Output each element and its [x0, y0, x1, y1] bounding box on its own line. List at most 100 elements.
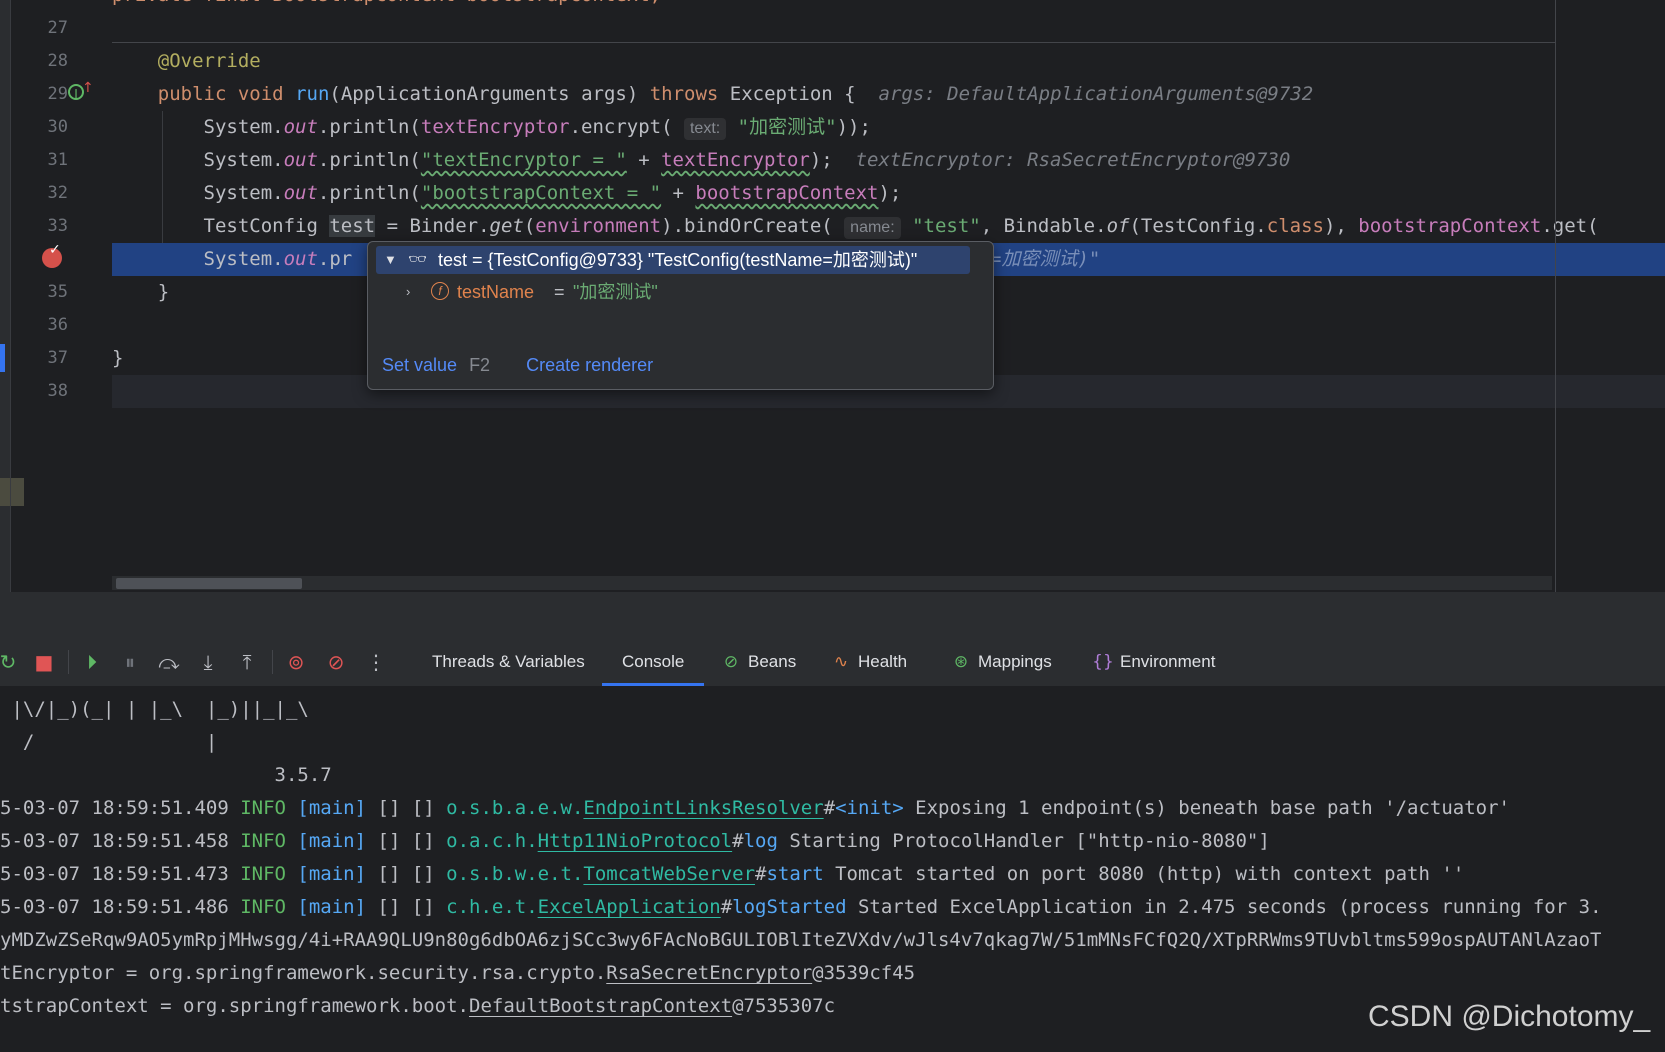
- line-number[interactable]: 38: [24, 375, 68, 408]
- encryptor-output-line: tEncryptor = org.springframework.securit…: [0, 957, 915, 990]
- environment-icon: {}: [1092, 652, 1114, 672]
- more-options-icon[interactable]: ⋮: [362, 648, 390, 676]
- chevron-right-icon[interactable]: ›: [406, 278, 410, 306]
- line-number[interactable]: 28: [24, 45, 68, 78]
- log-line: 5-03-07 18:59:51.486 INFO [main] [] [] c…: [0, 891, 1602, 924]
- code-text: .println(: [317, 116, 421, 138]
- log-level: INFO: [240, 830, 286, 852]
- breakpoint-icon[interactable]: [42, 242, 62, 268]
- step-over-icon[interactable]: ⤼: [155, 648, 183, 676]
- line-number[interactable]: 30: [24, 111, 68, 144]
- parameter-hint: name:: [844, 217, 901, 239]
- tab-mappings[interactable]: ⊛ Mappings: [950, 638, 1052, 686]
- line-number[interactable]: 27: [24, 12, 68, 45]
- code-text: , Bindable.: [980, 215, 1107, 237]
- code-line-30[interactable]: System.out.println(textEncryptor.encrypt…: [112, 111, 1665, 144]
- code-text: Exception {: [718, 83, 879, 105]
- static-field: out: [283, 149, 318, 171]
- line-number[interactable]: 35: [24, 276, 68, 309]
- step-out-icon[interactable]: ⤒: [233, 648, 261, 676]
- debug-value-popup[interactable]: ▼ 👓︎ test = {TestConfig@9733} "TestConfi…: [367, 241, 994, 390]
- pause-icon[interactable]: ⏸: [116, 648, 144, 676]
- code-text: );: [809, 149, 856, 171]
- log-class-link[interactable]: EndpointLinksResolver: [583, 797, 823, 819]
- code-text: .encrypt(: [569, 116, 684, 138]
- mute-breakpoints-icon[interactable]: ⊘: [322, 648, 350, 676]
- beans-icon: ⊘: [723, 652, 739, 672]
- set-value-link[interactable]: Set value: [382, 355, 457, 375]
- encrypted-output-line: yMDZwZSeRqw9AO5ymRpjMHwsgg/4i+RAA9QLU9n8…: [0, 929, 1602, 951]
- code-line-32[interactable]: System.out.println("bootstrapContext = "…: [112, 177, 1665, 210]
- code-text: (ApplicationArguments args): [329, 83, 650, 105]
- gutter-separator: [10, 0, 11, 592]
- code-line-31[interactable]: System.out.println("textEncryptor = " + …: [112, 144, 1665, 177]
- tab-threads-variables[interactable]: Threads & Variables: [432, 638, 585, 686]
- log-message: Started ExcelApplication in 2.475 second…: [846, 896, 1602, 918]
- output-text: @7535307c: [732, 995, 836, 1017]
- keyword: public: [157, 83, 227, 105]
- log-timestamp: 5-03-07 18:59:51.473: [0, 863, 241, 885]
- code-text: System.: [203, 149, 284, 171]
- code-text: .println(: [317, 149, 421, 171]
- log-level: INFO: [240, 896, 286, 918]
- line-number[interactable]: 29: [24, 78, 68, 111]
- toolbar-separator: [272, 650, 273, 674]
- class-link[interactable]: DefaultBootstrapContext: [469, 995, 732, 1017]
- tab-environment[interactable]: {} Environment: [1092, 638, 1215, 686]
- class-link[interactable]: RsaSecretEncryptor: [606, 962, 812, 984]
- closing-brace: }: [112, 347, 124, 369]
- line-number[interactable]: 31: [24, 144, 68, 177]
- code-text: ));: [836, 116, 871, 138]
- tab-health[interactable]: ∿ Health: [830, 638, 907, 686]
- console-output[interactable]: |\/|_)(_| | |_\ |_)||_|_\ / | 3.5.7 5-03…: [0, 687, 1665, 1052]
- set-value-shortcut: F2: [469, 355, 491, 375]
- field-value: "加密测试": [573, 282, 658, 302]
- line-number[interactable]: 32: [24, 177, 68, 210]
- code-text: = Binder.: [375, 215, 490, 237]
- context-output-line: tstrapContext = org.springframework.boot…: [0, 990, 835, 1023]
- log-context: [] []: [366, 896, 447, 918]
- banner-version: 3.5.7: [0, 764, 332, 786]
- chevron-down-icon[interactable]: ▼: [384, 246, 397, 274]
- field-ref: environment: [535, 215, 662, 237]
- log-level: INFO: [240, 863, 286, 885]
- string-literal: "加密测试": [737, 116, 837, 138]
- log-package: o.a.c.h.: [446, 830, 538, 852]
- horizontal-scrollbar-thumb[interactable]: [116, 578, 302, 589]
- stop-icon[interactable]: ■: [30, 648, 58, 676]
- create-renderer-link[interactable]: Create renderer: [526, 355, 653, 375]
- step-into-icon[interactable]: ⤓: [194, 648, 222, 676]
- code-line-28[interactable]: @Override: [112, 45, 1665, 78]
- line-number[interactable]: 37: [24, 342, 68, 375]
- popup-row-test[interactable]: ▼ 👓︎ test = {TestConfig@9733} "TestConfi…: [376, 246, 970, 274]
- code-line-33[interactable]: TestConfig test = Binder.get(environment…: [112, 210, 1665, 243]
- horizontal-scrollbar[interactable]: [112, 576, 1552, 590]
- variable-test[interactable]: test: [329, 215, 376, 237]
- field-icon: f: [431, 282, 449, 300]
- right-margin-guide: [1555, 0, 1556, 592]
- inline-debug-value: args: DefaultApplicationArguments@9732: [878, 83, 1314, 105]
- rerun-icon[interactable]: ↻: [0, 648, 22, 676]
- mappings-icon: ⊛: [953, 652, 969, 672]
- debug-toolbar: ↻ ■ ⏵ ⏸ ⤼ ⤓ ⤒ ⊚ ⊘ ⋮ Threads & Variables …: [0, 638, 1665, 687]
- string-literal: "textEncryptor = ": [420, 149, 627, 171]
- log-method: logStarted: [732, 896, 847, 918]
- log-thread: [main]: [285, 896, 367, 918]
- line-number[interactable]: 36: [24, 309, 68, 342]
- popup-row-testName[interactable]: › f testName = "加密测试": [376, 278, 658, 306]
- view-breakpoints-icon[interactable]: ⊚: [282, 648, 310, 676]
- log-thread: [main]: [285, 863, 367, 885]
- line-number[interactable]: 33: [24, 210, 68, 243]
- code-line-29[interactable]: public void run(ApplicationArguments arg…: [112, 78, 1665, 111]
- log-class-link[interactable]: TomcatWebServer: [583, 863, 755, 885]
- resume-icon[interactable]: ⏵: [78, 648, 106, 676]
- override-arrow-icon[interactable]: ↑: [82, 80, 94, 96]
- log-class-link[interactable]: ExcelApplication: [538, 896, 721, 918]
- tab-console[interactable]: Console: [602, 638, 705, 686]
- method-ref: of: [1106, 215, 1130, 237]
- code-text: (TestConfig.: [1129, 215, 1267, 237]
- field-ref: bootstrapContext: [695, 182, 879, 204]
- log-class-link[interactable]: Http11NioProtocol: [538, 830, 732, 852]
- tab-beans[interactable]: ⊘ Beans: [720, 638, 796, 686]
- tab-label: Mappings: [978, 652, 1052, 671]
